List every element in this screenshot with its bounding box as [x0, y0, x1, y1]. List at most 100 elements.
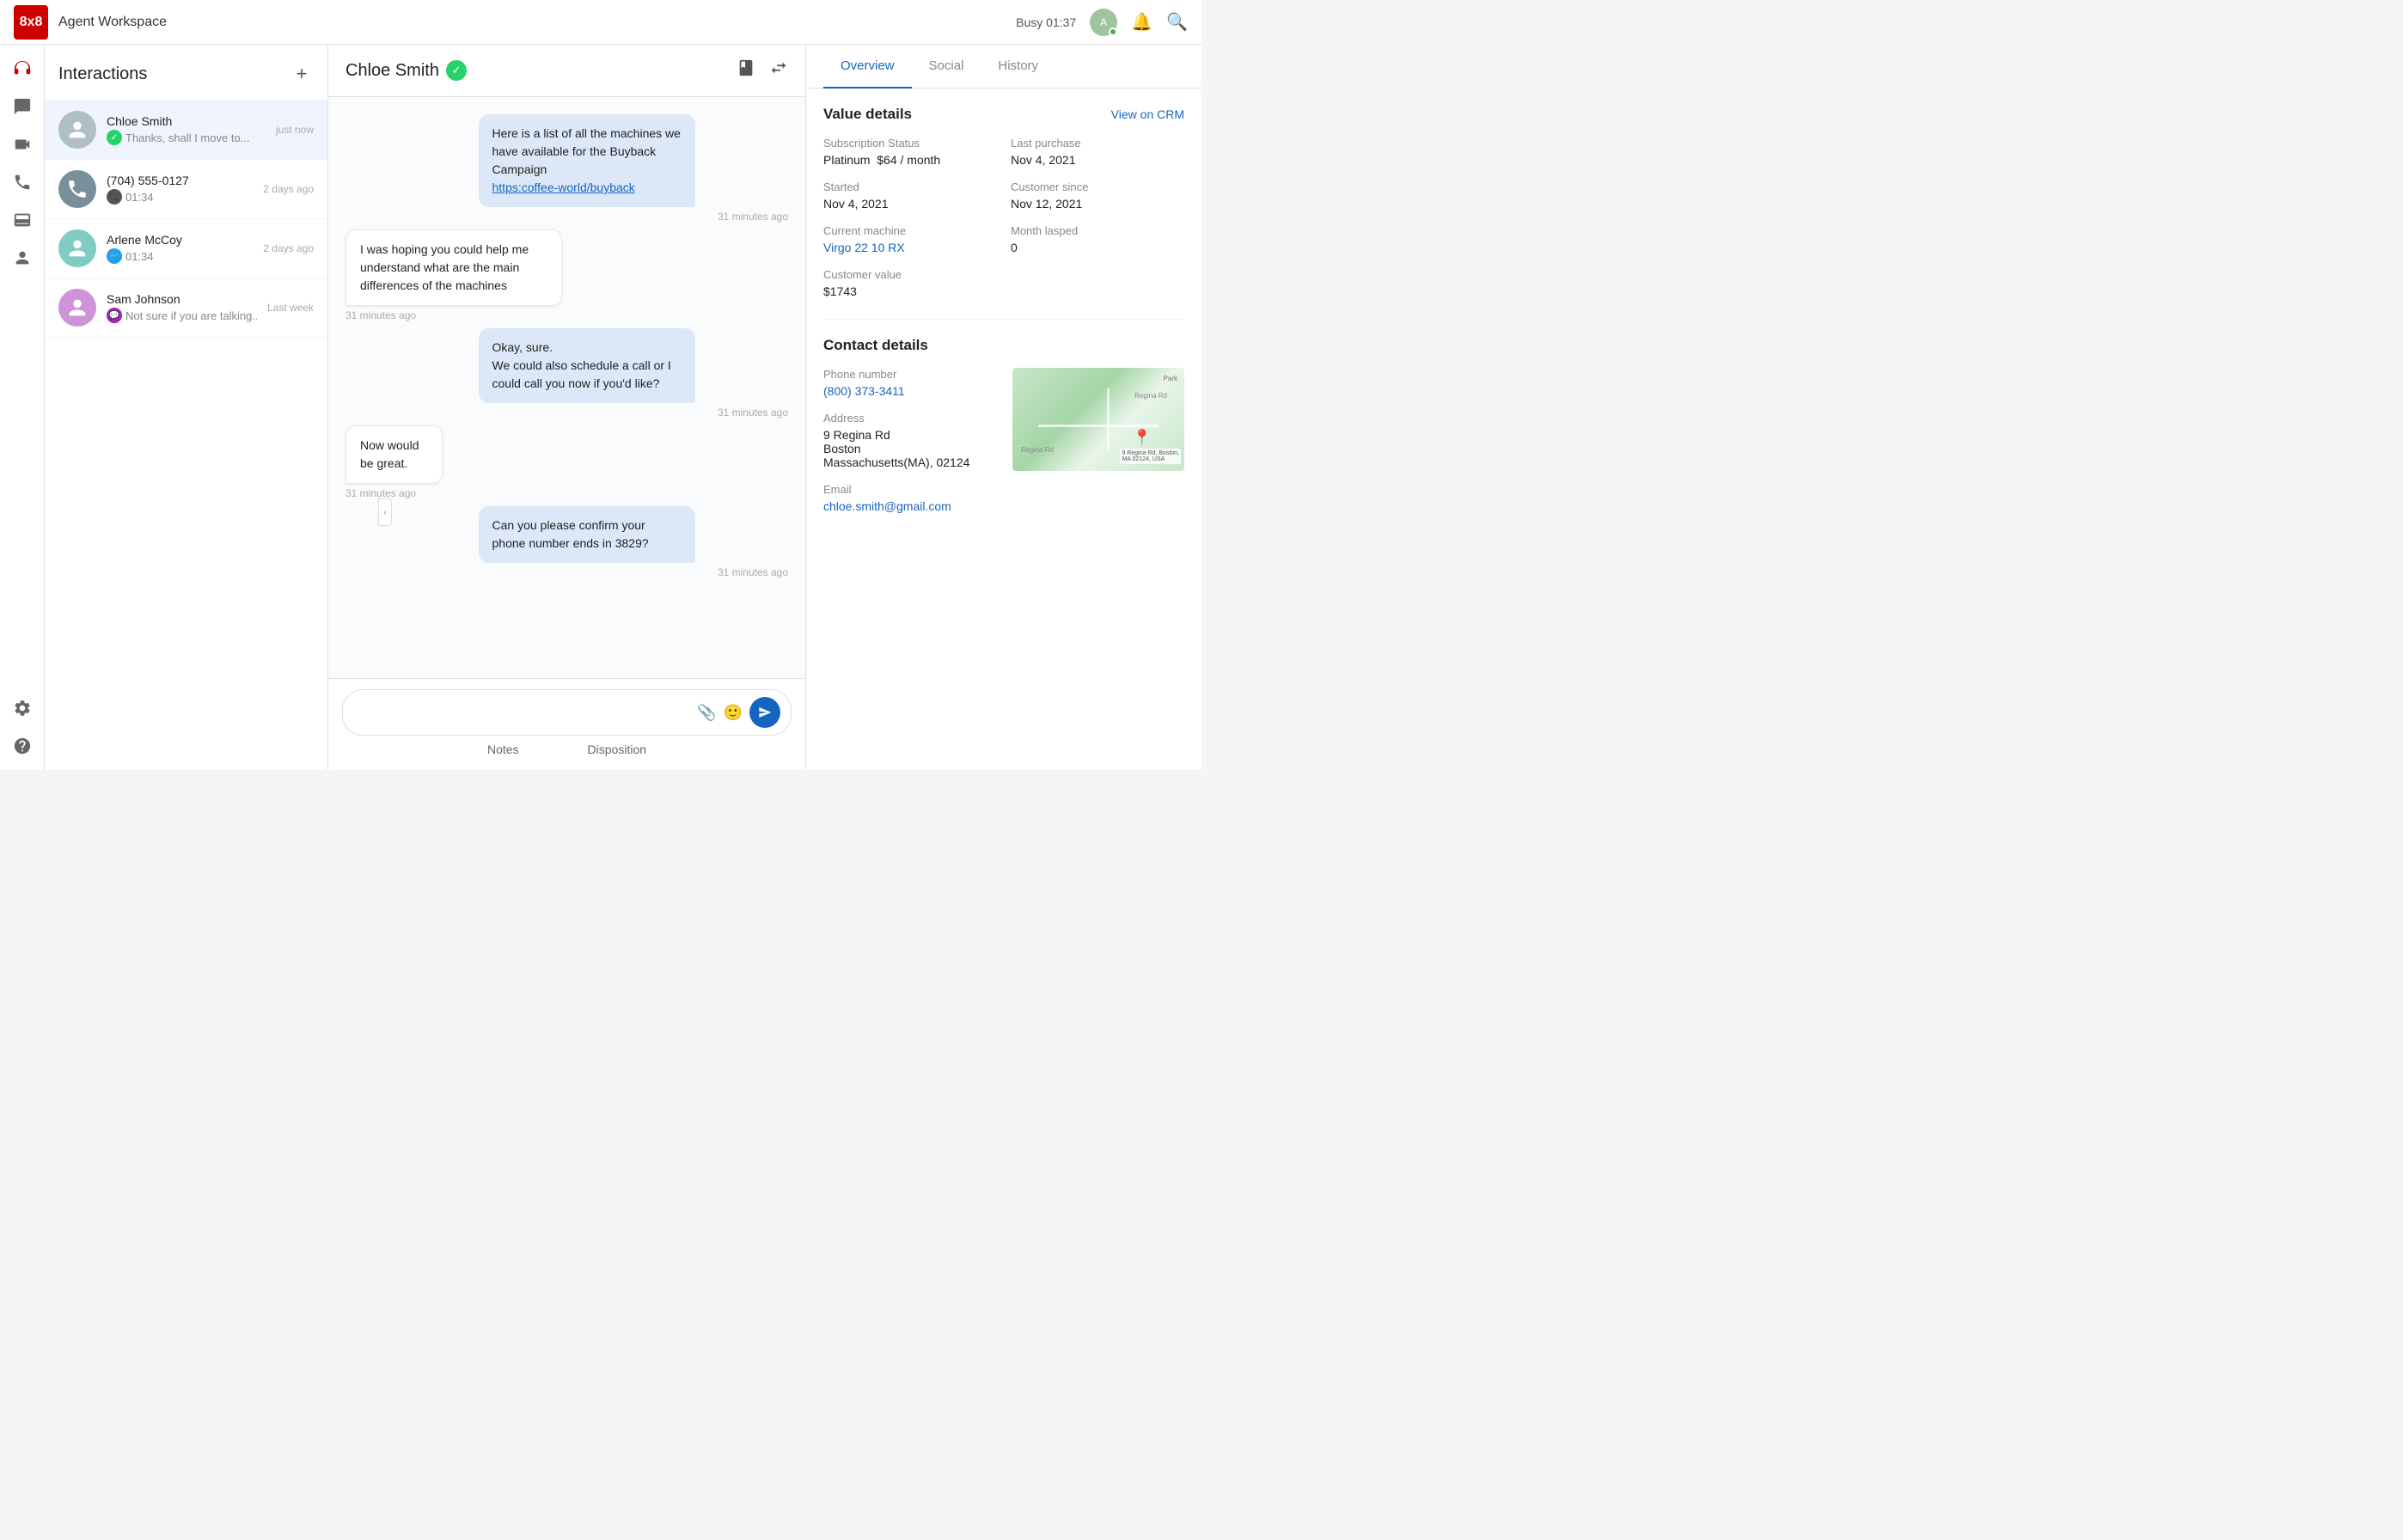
agent-avatar[interactable]: A [1090, 9, 1117, 36]
headset-icon[interactable] [5, 52, 40, 86]
buyback-link[interactable]: https:coffee-world/buyback [492, 180, 635, 194]
nav-sidebar [0, 45, 45, 770]
map-inner: Park Regina Rd Regina Rd 📍 9 Regina Rd, … [1012, 368, 1184, 471]
chat-input-area: 📎 🙂 Notes Disposition [328, 678, 805, 770]
started-date: Started Nov 4, 2021 [823, 180, 997, 211]
search-icon[interactable]: 🔍 [1166, 11, 1188, 33]
email-detail: Email chloe.smith@gmail.com [823, 483, 1184, 513]
avatar-phone [58, 170, 96, 208]
whatsapp-icon: ✓ [107, 130, 122, 145]
phone-nav-icon[interactable] [5, 165, 40, 199]
value-details-title: Value details [823, 106, 912, 123]
message-bubble-1: Here is a list of all the machines we ha… [479, 114, 695, 207]
book-icon[interactable] [737, 58, 755, 82]
online-dot [1109, 28, 1117, 36]
whatsapp-badge: ✓ [446, 60, 467, 81]
value-detail-grid: Subscription Status Platinum $64 / month… [823, 137, 1184, 298]
disposition-tab[interactable]: Disposition [588, 742, 646, 756]
last-purchase: Last purchase Nov 4, 2021 [1011, 137, 1184, 167]
customer-value: Customer value $1743 [823, 268, 997, 298]
app-title: Agent Workspace [58, 15, 1006, 30]
video-icon[interactable] [5, 127, 40, 162]
interaction-time-arlene: 2 days ago [263, 242, 314, 254]
avatar-sam [58, 289, 96, 327]
map-placeholder: Park Regina Rd Regina Rd 📍 9 Regina Rd, … [1012, 368, 1184, 471]
contact-section: Park Regina Rd Regina Rd 📍 9 Regina Rd, … [823, 368, 1184, 527]
interaction-info-arlene: Arlene McCoy 🐦 01:34 [107, 233, 253, 264]
nav-bottom [5, 691, 40, 763]
interactions-title: Interactions [58, 64, 147, 84]
contacts-icon[interactable] [5, 241, 40, 275]
interaction-preview-arlene: 🐦 01:34 [107, 248, 253, 264]
attachment-icon[interactable]: 📎 [697, 704, 716, 722]
chat-messages: Here is a list of all the machines we ha… [328, 97, 805, 678]
emoji-icon[interactable]: 🙂 [724, 704, 743, 722]
interaction-time-phone: 2 days ago [263, 183, 314, 195]
tab-social[interactable]: Social [912, 45, 981, 89]
transfer-icon[interactable] [769, 58, 788, 82]
message-bubble-3: Okay, sure.We could also schedule a call… [479, 328, 695, 403]
chat-contact-name: Chloe Smith ✓ [345, 60, 467, 81]
interaction-item-sam[interactable]: Sam Johnson 💬 Not sure if you are talkin… [45, 278, 327, 338]
help-icon[interactable] [5, 729, 40, 763]
tab-overview[interactable]: Overview [823, 45, 912, 89]
notes-tab[interactable]: Notes [487, 742, 519, 756]
interaction-item-arlene[interactable]: Arlene McCoy 🐦 01:34 2 days ago [45, 219, 327, 278]
interaction-name-chloe: Chloe Smith [107, 114, 266, 128]
message-time-5: 31 minutes ago [479, 566, 789, 578]
customer-since: Customer since Nov 12, 2021 [1011, 180, 1184, 211]
current-machine: Current machine Virgo 22 10 RX [823, 224, 997, 254]
interaction-preview-phone: 📞 01:34 [107, 189, 253, 205]
settings-icon[interactable] [5, 691, 40, 725]
interaction-item-phone[interactable]: (704) 555-0127 📞 01:34 2 days ago [45, 160, 327, 219]
contact-map-container: Park Regina Rd Regina Rd 📍 9 Regina Rd, … [823, 368, 1184, 527]
bell-icon[interactable]: 🔔 [1131, 11, 1153, 33]
interaction-preview-chloe: ✓ Thanks, shall I move to... [107, 130, 266, 145]
map-address-label: 9 Regina Rd, Boston,MA 02124, USA [1120, 449, 1181, 464]
map-park-label: Park [1164, 375, 1177, 382]
tab-history[interactable]: History [981, 45, 1055, 89]
main-layout: Interactions + Chloe Smith ✓ Thanks, sha… [0, 45, 1202, 770]
right-tabs: Overview Social History [806, 45, 1202, 89]
interaction-preview-sam: 💬 Not sure if you are talking... [107, 308, 257, 323]
header-right: Busy 01:37 A 🔔 🔍 [1016, 9, 1188, 36]
value-details-header: Value details View on CRM [823, 106, 1184, 123]
interaction-time-chloe: just now [276, 124, 314, 136]
chat-nav-icon[interactable] [5, 89, 40, 124]
interaction-item-chloe[interactable]: Chloe Smith ✓ Thanks, shall I move to...… [45, 101, 327, 160]
avatar-chloe [58, 111, 96, 149]
contact-details-title: Contact details [823, 337, 928, 354]
message-time-1: 31 minutes ago [479, 211, 789, 223]
message-bubble-4: Now would be great. [345, 425, 443, 484]
map-road-h [1038, 425, 1159, 427]
message-bubble-5: Can you please confirm your phone number… [479, 506, 695, 563]
add-interaction-button[interactable]: + [290, 62, 314, 86]
collapse-arrow[interactable]: ‹ [378, 498, 392, 526]
map-road-v [1107, 388, 1110, 450]
interaction-name-sam: Sam Johnson [107, 292, 257, 306]
subscription-status: Subscription Status Platinum $64 / month [823, 137, 997, 167]
chat-header: Chloe Smith ✓ [328, 45, 805, 97]
logo: 8x8 [14, 5, 48, 40]
interaction-name-phone: (704) 555-0127 [107, 174, 253, 187]
chat-channel-icon: 💬 [107, 308, 122, 323]
chat-bottom-tabs: Notes Disposition [342, 736, 792, 760]
email-value[interactable]: chloe.smith@gmail.com [823, 499, 1184, 513]
interactions-panel: Interactions + Chloe Smith ✓ Thanks, sha… [45, 45, 328, 770]
section-divider [823, 319, 1184, 320]
status-indicator: Busy 01:37 [1016, 15, 1076, 29]
contact-details-header: Contact details [823, 337, 1184, 354]
message-time-4: 31 minutes ago [345, 487, 485, 499]
send-button[interactable] [749, 697, 780, 728]
chat-input-row: 📎 🙂 [342, 689, 792, 736]
message-time-3: 31 minutes ago [479, 406, 789, 419]
voicemail-icon[interactable] [5, 203, 40, 237]
interaction-list: Chloe Smith ✓ Thanks, shall I move to...… [45, 101, 327, 770]
interaction-time-sam: Last week [267, 302, 314, 314]
interaction-info-chloe: Chloe Smith ✓ Thanks, shall I move to... [107, 114, 266, 145]
map-road-label: Regina Rd [1134, 392, 1167, 400]
message-2: I was hoping you could help me understan… [345, 229, 656, 321]
view-crm-link[interactable]: View on CRM [1111, 107, 1184, 121]
message-1: Here is a list of all the machines we ha… [479, 114, 789, 223]
chat-input[interactable] [353, 706, 690, 719]
